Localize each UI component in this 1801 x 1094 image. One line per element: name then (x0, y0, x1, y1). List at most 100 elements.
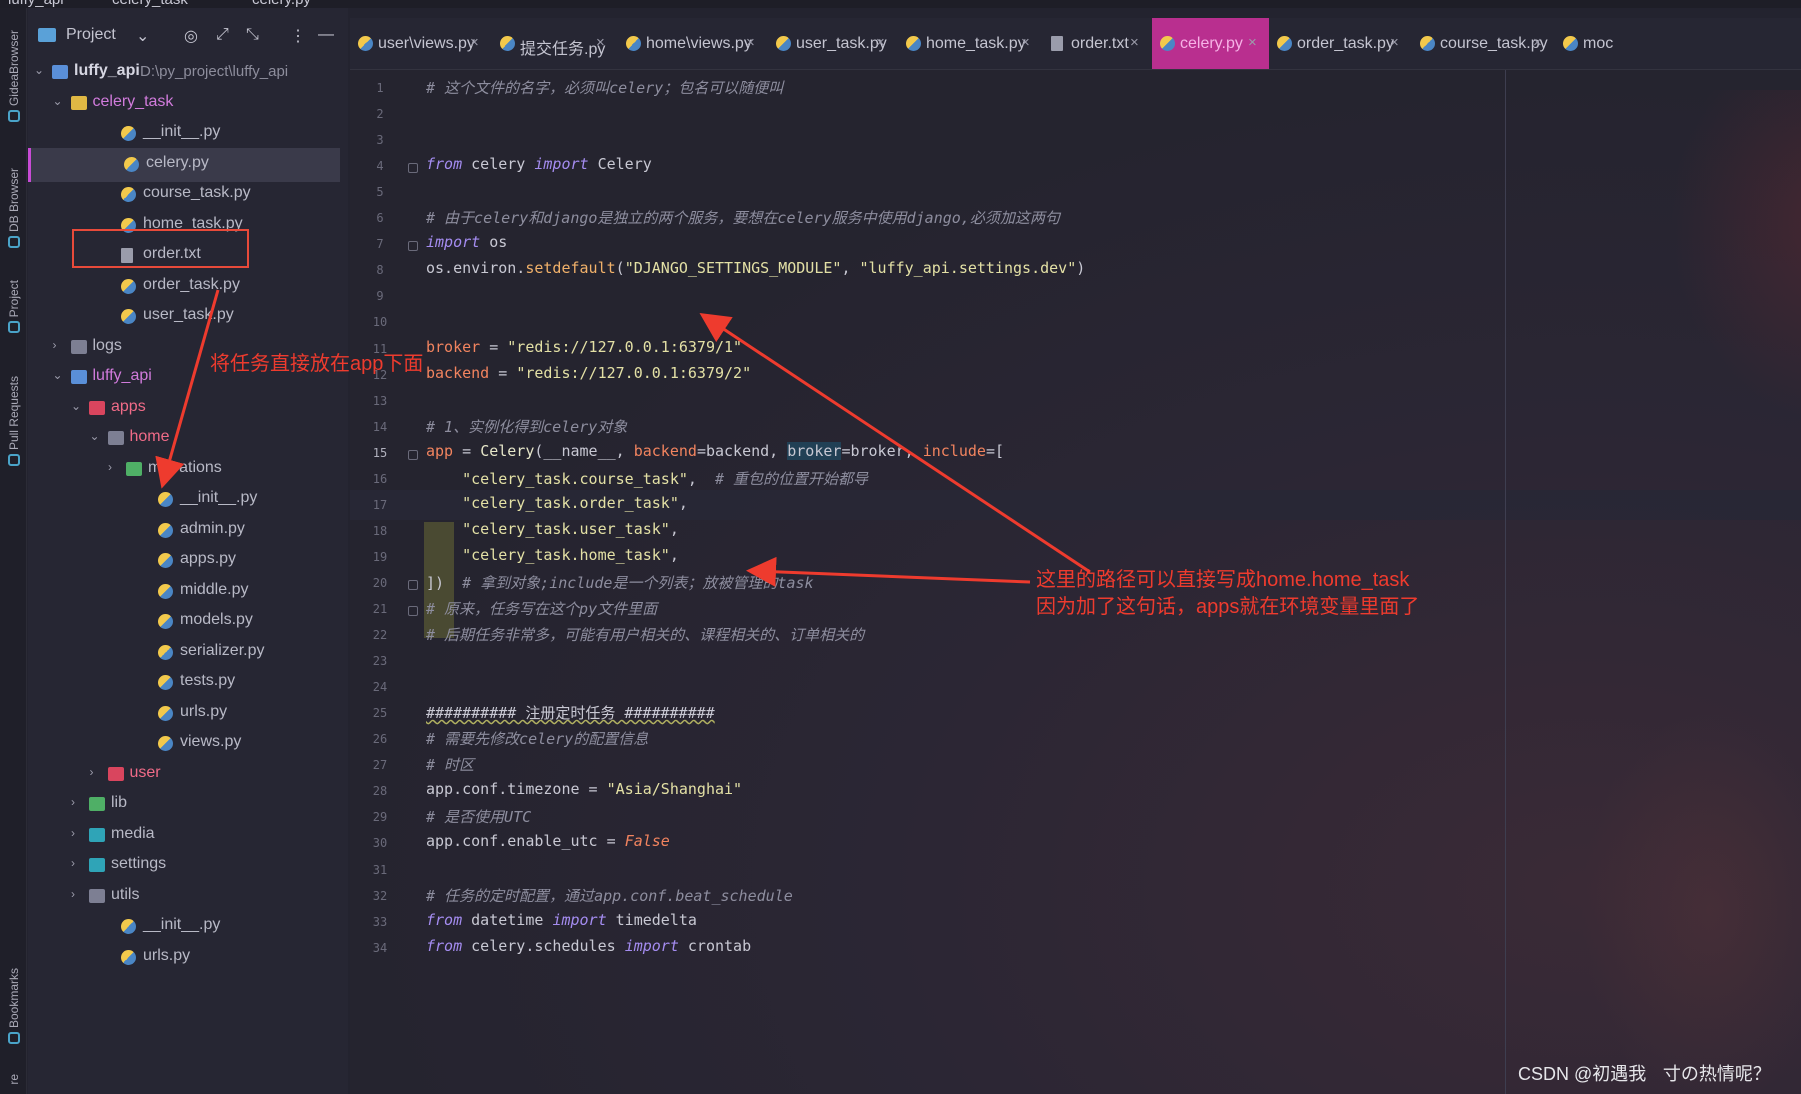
fold-marker-icon[interactable] (408, 163, 418, 174)
code-line[interactable]: backend = "redis://127.0.0.1:6379/2" (426, 364, 751, 382)
code-line[interactable]: # 这个文件的名字，必须叫celery；包名可以随便叫 (426, 77, 783, 98)
breadcrumb-project[interactable]: luffy_api (8, 0, 64, 8)
tree-item[interactable]: urls.py (28, 697, 340, 731)
chevron-down-icon[interactable]: ⌄ (53, 95, 63, 107)
chevron-right-icon[interactable]: › (71, 857, 81, 869)
code-line[interactable]: # 任务的定时配置，通过app.conf.beat_schedule (426, 885, 793, 906)
code-line[interactable]: # 时区 (426, 754, 474, 775)
code-line[interactable]: from celery import Celery (426, 155, 652, 173)
tree-item[interactable]: serializer.py (28, 636, 340, 670)
tree-item[interactable]: order_task.py (28, 270, 340, 304)
tree-item[interactable]: models.py (28, 605, 340, 639)
tab--py[interactable]: 提交任务.py × (492, 18, 618, 69)
tree-item[interactable]: › migrations (28, 453, 340, 487)
collapse-all-icon[interactable]: ⤡ (246, 26, 259, 44)
tab-user_task-py[interactable]: user_task.py × (768, 18, 898, 69)
hide-panel-icon[interactable]: — (318, 26, 334, 44)
chevron-right-icon[interactable]: › (108, 461, 118, 473)
tool-tab-db-browser[interactable]: DB Browser (1, 168, 26, 249)
tree-item[interactable]: › user (28, 758, 340, 792)
tree-item[interactable]: __init__.py (28, 483, 340, 517)
breadcrumb-file[interactable]: celery.py (252, 0, 311, 8)
tool-tab-project[interactable]: Project (1, 280, 26, 334)
chevron-down-icon[interactable]: ⌄ (71, 400, 81, 412)
close-icon[interactable]: × (470, 34, 479, 51)
tree-item[interactable]: urls.py (28, 941, 340, 975)
code-line[interactable]: from datetime import timedelta (426, 911, 697, 929)
fold-marker-icon[interactable] (408, 579, 418, 590)
code-line[interactable]: # 1、实例化得到celery对象 (426, 416, 627, 437)
code-line[interactable]: # 原来，任务写在这个py文件里面 (426, 598, 657, 619)
code-line[interactable]: # 需要先修改celery的配置信息 (426, 728, 648, 749)
tool-tab-bookmarks[interactable]: Bookmarks (1, 968, 26, 1045)
close-icon[interactable]: × (1533, 34, 1542, 51)
code-line[interactable]: from celery.schedules import crontab (426, 937, 751, 955)
tree-item[interactable]: course_task.py (28, 178, 340, 212)
tree-item[interactable]: admin.py (28, 514, 340, 548)
fold-marker-icon[interactable] (408, 606, 418, 616)
tool-tab-gideabrowser[interactable]: GideaBrowser (1, 30, 26, 123)
tree-item[interactable]: ⌄ home (28, 422, 340, 456)
options-menu-icon[interactable]: ⋮ (290, 26, 306, 46)
tree-item[interactable]: __init__.py (28, 910, 340, 944)
close-icon[interactable]: × (876, 34, 885, 51)
chevron-right-icon[interactable]: › (71, 796, 81, 808)
tree-item[interactable]: › lib (28, 788, 340, 822)
tool-tab-re[interactable]: re (1, 1074, 26, 1085)
code-line[interactable]: # 由于celery和django是独立的两个服务，要想在celery服务中使用… (426, 207, 1060, 228)
code-line[interactable]: # 后期任务非常多，可能有用户相关的、课程相关的、订单相关的 (426, 624, 864, 645)
code-line[interactable]: broker = "redis://127.0.0.1:6379/1" (426, 338, 742, 356)
chevron-right-icon[interactable]: › (71, 888, 81, 900)
tree-item[interactable]: › settings (28, 849, 340, 883)
tree-item[interactable]: __init__.py (28, 117, 340, 151)
code-line[interactable]: ########## 注册定时任务 ########## (426, 702, 715, 723)
code-line[interactable]: "celery_task.user_task", (426, 520, 679, 538)
tab-home_task-py[interactable]: home_task.py × (898, 18, 1043, 69)
chevron-right-icon[interactable]: › (90, 766, 100, 778)
tree-item[interactable]: › media (28, 819, 340, 853)
chevron-down-icon[interactable]: ⌄ (53, 369, 63, 381)
tree-item[interactable]: tests.py (28, 666, 340, 700)
tab-order_task-py[interactable]: order_task.py × (1269, 18, 1412, 69)
tree-item[interactable]: views.py (28, 727, 340, 761)
chevron-down-icon[interactable]: ⌄ (34, 64, 44, 76)
fold-marker-icon[interactable] (408, 449, 418, 460)
close-icon[interactable]: × (1021, 34, 1030, 51)
close-icon[interactable]: × (1130, 34, 1139, 51)
chevron-right-icon[interactable]: › (53, 339, 63, 351)
tab-course_task-py[interactable]: course_task.py × (1412, 18, 1555, 69)
tree-item[interactable]: ⌄ apps (28, 392, 340, 426)
code-line[interactable]: app.conf.timezone = "Asia/Shanghai" (426, 780, 742, 798)
code-line[interactable]: ]) # 拿到对象;include是一个列表；放被管理的task (426, 572, 814, 593)
tree-item[interactable]: apps.py (28, 544, 340, 578)
code-line[interactable]: app = Celery(__name__, backend=backend, … (426, 441, 1004, 460)
close-icon[interactable]: × (1390, 34, 1399, 51)
close-icon[interactable]: × (596, 34, 605, 51)
tab-celery-py[interactable]: celery.py × (1152, 18, 1269, 69)
tool-tab-pull-requests[interactable]: Pull Requests (1, 376, 26, 467)
code-line[interactable]: "celery_task.order_task", (426, 494, 688, 512)
close-icon[interactable]: × (746, 34, 755, 51)
expand-all-icon[interactable]: ⤢ (216, 26, 229, 44)
tree-item[interactable]: › utils (28, 880, 340, 914)
tab-user-views-py[interactable]: user\views.py × (350, 18, 492, 69)
code-line[interactable]: os.environ.setdefault("DJANGO_SETTINGS_M… (426, 259, 1085, 277)
tab-order-txt[interactable]: order.txt × (1043, 18, 1152, 69)
tree-item[interactable]: ⌄ luffy_api D:\py_project\luffy_api (28, 56, 340, 90)
tree-item[interactable]: user_task.py (28, 300, 340, 334)
tree-item[interactable]: middle.py (28, 575, 340, 609)
tab-home-views-py[interactable]: home\views.py × (618, 18, 768, 69)
code-line[interactable]: "celery_task.home_task", (426, 546, 679, 564)
close-icon[interactable]: × (1248, 34, 1257, 51)
tree-item[interactable]: celery.py (28, 147, 340, 182)
chevron-down-icon[interactable]: ⌄ (136, 26, 149, 46)
chevron-down-icon[interactable]: ⌄ (90, 430, 100, 442)
code-line[interactable]: import os (426, 233, 507, 251)
locate-icon[interactable]: ◎ (184, 26, 198, 46)
chevron-right-icon[interactable]: › (71, 827, 81, 839)
code-line[interactable]: "celery_task.course_task", # 重包的位置开始都导 (426, 468, 868, 489)
fold-marker-icon[interactable] (408, 241, 418, 252)
code-line[interactable]: # 是否使用UTC (426, 806, 531, 827)
breadcrumb-folder[interactable]: celery_task (112, 0, 188, 8)
tab-moc[interactable]: moc (1555, 18, 1615, 69)
